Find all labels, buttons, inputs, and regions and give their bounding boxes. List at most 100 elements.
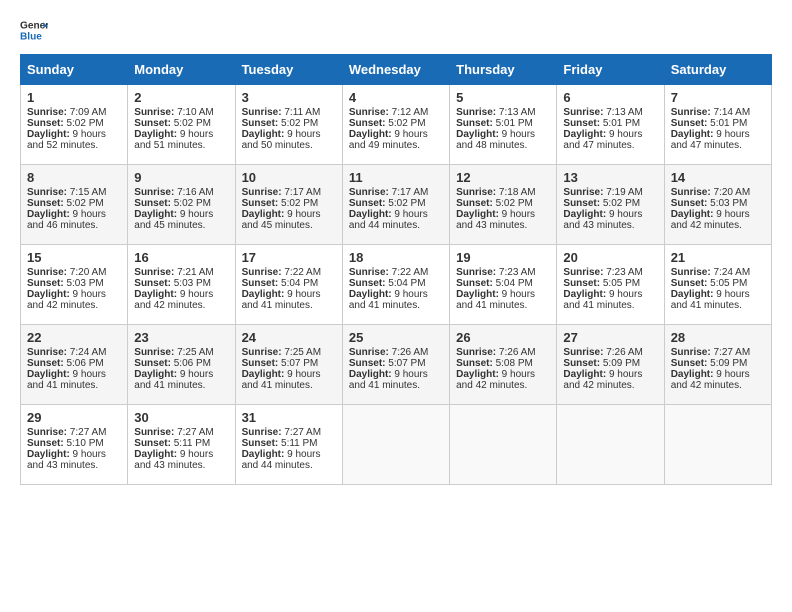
daylight-text: Daylight: 9 hours and 52 minutes. [27,129,106,151]
day-number: 7 [671,90,765,105]
day-number: 11 [349,170,443,185]
sunset-text: Sunset: 5:06 PM [27,358,104,369]
daylight-text: Daylight: 9 hours and 42 minutes. [563,369,642,391]
day-number: 27 [563,330,657,345]
day-number: 4 [349,90,443,105]
sunrise-text: Sunrise: 7:27 AM [242,427,321,438]
sunrise-text: Sunrise: 7:09 AM [27,107,106,118]
sunrise-text: Sunrise: 7:24 AM [27,347,106,358]
daylight-text: Daylight: 9 hours and 43 minutes. [456,209,535,231]
daylight-text: Daylight: 9 hours and 43 minutes. [27,449,106,471]
daylight-text: Daylight: 9 hours and 48 minutes. [456,129,535,151]
sunrise-text: Sunrise: 7:13 AM [563,107,642,118]
calendar-day-cell: 8 Sunrise: 7:15 AM Sunset: 5:02 PM Dayli… [21,165,128,245]
sunset-text: Sunset: 5:03 PM [27,278,104,289]
weekday-header: Saturday [664,55,771,85]
calendar-week-row: 22 Sunrise: 7:24 AM Sunset: 5:06 PM Dayl… [21,325,772,405]
sunset-text: Sunset: 5:02 PM [134,198,211,209]
calendar-day-cell: 1 Sunrise: 7:09 AM Sunset: 5:02 PM Dayli… [21,85,128,165]
calendar-day-cell: 3 Sunrise: 7:11 AM Sunset: 5:02 PM Dayli… [235,85,342,165]
day-number: 28 [671,330,765,345]
day-number: 10 [242,170,336,185]
calendar-week-row: 1 Sunrise: 7:09 AM Sunset: 5:02 PM Dayli… [21,85,772,165]
daylight-text: Daylight: 9 hours and 43 minutes. [563,209,642,231]
sunset-text: Sunset: 5:04 PM [242,278,319,289]
calendar-empty-cell [450,405,557,485]
day-number: 13 [563,170,657,185]
daylight-text: Daylight: 9 hours and 42 minutes. [27,289,106,311]
day-number: 25 [349,330,443,345]
daylight-text: Daylight: 9 hours and 41 minutes. [134,369,213,391]
day-number: 29 [27,410,121,425]
calendar-week-row: 29 Sunrise: 7:27 AM Sunset: 5:10 PM Dayl… [21,405,772,485]
calendar-day-cell: 14 Sunrise: 7:20 AM Sunset: 5:03 PM Dayl… [664,165,771,245]
weekday-header: Wednesday [342,55,449,85]
calendar-day-cell: 2 Sunrise: 7:10 AM Sunset: 5:02 PM Dayli… [128,85,235,165]
daylight-text: Daylight: 9 hours and 42 minutes. [671,209,750,231]
sunrise-text: Sunrise: 7:23 AM [456,267,535,278]
day-number: 8 [27,170,121,185]
weekday-header-row: SundayMondayTuesdayWednesdayThursdayFrid… [21,55,772,85]
sunset-text: Sunset: 5:09 PM [671,358,748,369]
sunrise-text: Sunrise: 7:26 AM [349,347,428,358]
day-number: 12 [456,170,550,185]
calendar-day-cell: 10 Sunrise: 7:17 AM Sunset: 5:02 PM Dayl… [235,165,342,245]
daylight-text: Daylight: 9 hours and 45 minutes. [134,209,213,231]
daylight-text: Daylight: 9 hours and 44 minutes. [349,209,428,231]
day-number: 6 [563,90,657,105]
sunset-text: Sunset: 5:06 PM [134,358,211,369]
daylight-text: Daylight: 9 hours and 41 minutes. [456,289,535,311]
daylight-text: Daylight: 9 hours and 49 minutes. [349,129,428,151]
daylight-text: Daylight: 9 hours and 43 minutes. [134,449,213,471]
sunset-text: Sunset: 5:02 PM [134,118,211,129]
day-number: 24 [242,330,336,345]
sunrise-text: Sunrise: 7:24 AM [671,267,750,278]
sunrise-text: Sunrise: 7:27 AM [27,427,106,438]
sunset-text: Sunset: 5:01 PM [563,118,640,129]
day-number: 19 [456,250,550,265]
daylight-text: Daylight: 9 hours and 41 minutes. [27,369,106,391]
day-number: 1 [27,90,121,105]
daylight-text: Daylight: 9 hours and 41 minutes. [563,289,642,311]
calendar-day-cell: 11 Sunrise: 7:17 AM Sunset: 5:02 PM Dayl… [342,165,449,245]
sunset-text: Sunset: 5:04 PM [456,278,533,289]
sunset-text: Sunset: 5:02 PM [242,118,319,129]
page-header: General Blue [20,16,772,44]
day-number: 30 [134,410,228,425]
sunrise-text: Sunrise: 7:22 AM [242,267,321,278]
calendar-day-cell: 16 Sunrise: 7:21 AM Sunset: 5:03 PM Dayl… [128,245,235,325]
calendar-day-cell: 18 Sunrise: 7:22 AM Sunset: 5:04 PM Dayl… [342,245,449,325]
calendar-day-cell: 7 Sunrise: 7:14 AM Sunset: 5:01 PM Dayli… [664,85,771,165]
daylight-text: Daylight: 9 hours and 42 minutes. [134,289,213,311]
sunrise-text: Sunrise: 7:19 AM [563,187,642,198]
day-number: 20 [563,250,657,265]
daylight-text: Daylight: 9 hours and 47 minutes. [671,129,750,151]
sunrise-text: Sunrise: 7:11 AM [242,107,321,118]
daylight-text: Daylight: 9 hours and 47 minutes. [563,129,642,151]
calendar-day-cell: 22 Sunrise: 7:24 AM Sunset: 5:06 PM Dayl… [21,325,128,405]
calendar-day-cell: 23 Sunrise: 7:25 AM Sunset: 5:06 PM Dayl… [128,325,235,405]
daylight-text: Daylight: 9 hours and 41 minutes. [349,289,428,311]
weekday-header: Tuesday [235,55,342,85]
sunrise-text: Sunrise: 7:26 AM [456,347,535,358]
daylight-text: Daylight: 9 hours and 51 minutes. [134,129,213,151]
calendar-day-cell: 6 Sunrise: 7:13 AM Sunset: 5:01 PM Dayli… [557,85,664,165]
calendar-empty-cell [664,405,771,485]
sunrise-text: Sunrise: 7:14 AM [671,107,750,118]
sunset-text: Sunset: 5:01 PM [456,118,533,129]
sunset-text: Sunset: 5:05 PM [563,278,640,289]
daylight-text: Daylight: 9 hours and 41 minutes. [349,369,428,391]
calendar-week-row: 8 Sunrise: 7:15 AM Sunset: 5:02 PM Dayli… [21,165,772,245]
svg-text:Blue: Blue [20,31,42,42]
calendar-day-cell: 27 Sunrise: 7:26 AM Sunset: 5:09 PM Dayl… [557,325,664,405]
day-number: 18 [349,250,443,265]
weekday-header: Sunday [21,55,128,85]
calendar-week-row: 15 Sunrise: 7:20 AM Sunset: 5:03 PM Dayl… [21,245,772,325]
weekday-header: Thursday [450,55,557,85]
day-number: 26 [456,330,550,345]
daylight-text: Daylight: 9 hours and 42 minutes. [456,369,535,391]
day-number: 2 [134,90,228,105]
calendar-day-cell: 28 Sunrise: 7:27 AM Sunset: 5:09 PM Dayl… [664,325,771,405]
sunset-text: Sunset: 5:02 PM [563,198,640,209]
calendar-day-cell: 30 Sunrise: 7:27 AM Sunset: 5:11 PM Dayl… [128,405,235,485]
